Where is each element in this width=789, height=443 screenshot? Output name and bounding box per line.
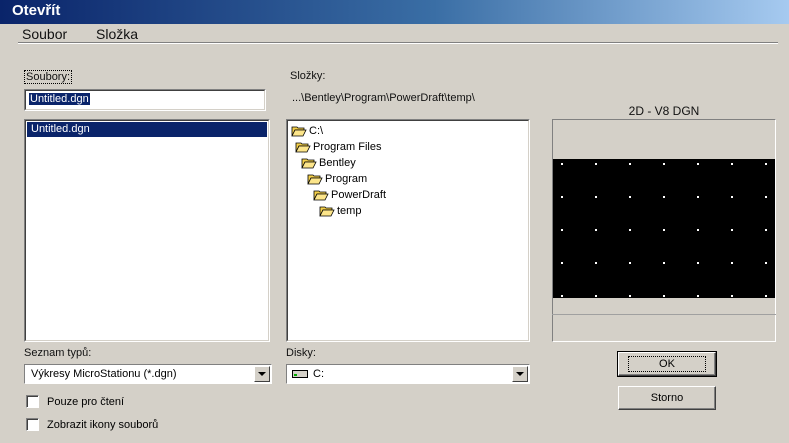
preview-grid <box>561 163 767 297</box>
checkbox-box[interactable] <box>26 395 39 408</box>
grid-dot <box>731 229 733 231</box>
filename-input[interactable]: Untitled.dgn <box>24 89 266 111</box>
grid-dot <box>629 229 631 231</box>
grid-dot <box>765 196 767 198</box>
tree-item-program[interactable]: Program <box>307 171 367 187</box>
grid-dot <box>595 229 597 231</box>
folders-label: Složky: <box>290 70 326 82</box>
files-label: Soubory: <box>24 70 73 84</box>
grid-dot <box>697 163 699 165</box>
current-path: ...\Bentley\Program\PowerDraft\temp\ <box>292 92 475 104</box>
file-list-item[interactable]: Untitled.dgn <box>27 122 267 137</box>
tree-label: PowerDraft <box>331 189 387 201</box>
grid-dot <box>697 295 699 297</box>
grid-dot <box>561 262 563 264</box>
grid-dot <box>663 295 665 297</box>
grid-dot <box>765 262 767 264</box>
grid-dot <box>561 163 563 165</box>
tree-label: temp <box>337 205 362 217</box>
open-folder-icon <box>295 142 311 153</box>
grid-dot <box>663 196 665 198</box>
preview-divider <box>552 314 776 315</box>
file-list[interactable]: Untitled.dgn <box>24 119 270 342</box>
grid-dot <box>765 229 767 231</box>
chevron-down-icon[interactable] <box>254 366 270 382</box>
grid-dot <box>663 262 665 264</box>
grid-dot <box>731 196 733 198</box>
title-bar[interactable]: Otevřít <box>0 0 789 24</box>
menu-divider <box>18 42 778 44</box>
grid-dot <box>561 196 563 198</box>
checkbox-box[interactable] <box>26 418 39 431</box>
window-title: Otevřít <box>12 2 61 19</box>
menu-bar: Soubor Složka <box>0 24 789 44</box>
grid-dot <box>595 295 597 297</box>
cancel-button[interactable]: Storno <box>618 386 716 410</box>
tree-item-powerdraft[interactable]: PowerDraft <box>313 187 386 203</box>
ok-button-label: OK <box>628 356 706 372</box>
read-only-label: Pouze pro čtení <box>47 395 125 408</box>
preview-caption: 2D - V8 DGN <box>628 104 700 118</box>
show-icons-label: Zobrazit ikony souborů <box>47 418 159 431</box>
tree-item-program-files[interactable]: Program Files <box>295 139 381 155</box>
show-icons-checkbox[interactable]: Zobrazit ikony souborů <box>26 418 158 431</box>
open-folder-icon <box>319 206 335 217</box>
grid-dot <box>595 262 597 264</box>
grid-dot <box>697 262 699 264</box>
drives-label: Disky: <box>286 347 316 359</box>
grid-dot <box>629 295 631 297</box>
grid-dot <box>629 163 631 165</box>
grid-dot <box>765 163 767 165</box>
grid-dot <box>629 196 631 198</box>
drive-icon <box>292 370 308 378</box>
tree-label: C:\ <box>309 125 324 137</box>
file-types-label: Seznam typů: <box>24 347 92 359</box>
grid-dot <box>731 295 733 297</box>
grid-dot <box>561 229 563 231</box>
drives-value: C: <box>313 368 324 380</box>
tree-label: Bentley <box>319 157 356 169</box>
file-types-select[interactable]: Výkresy MicroStationu (*.dgn) <box>24 364 272 384</box>
grid-dot <box>663 229 665 231</box>
grid-dot <box>697 196 699 198</box>
tree-label: Program Files <box>313 141 382 153</box>
grid-dot <box>595 163 597 165</box>
grid-dot <box>731 262 733 264</box>
open-folder-icon <box>307 174 323 185</box>
read-only-checkbox[interactable]: Pouze pro čtení <box>26 395 124 408</box>
menu-slozka[interactable]: Složka <box>96 26 138 42</box>
open-dialog: Otevřít Soubor Složka Soubory: Untitled.… <box>0 0 789 443</box>
grid-dot <box>765 295 767 297</box>
grid-dot <box>595 196 597 198</box>
ok-button[interactable]: OK <box>617 351 717 377</box>
grid-dot <box>731 163 733 165</box>
folder-tree[interactable]: C:\ Program Files Bentley Program PowerD… <box>286 119 530 342</box>
file-types-value: Výkresy MicroStationu (*.dgn) <box>31 368 177 380</box>
filename-value: Untitled.dgn <box>29 93 90 105</box>
open-folder-icon <box>313 190 329 201</box>
open-folder-icon <box>291 126 307 137</box>
tree-item-temp[interactable]: temp <box>319 203 361 219</box>
chevron-down-icon[interactable] <box>512 366 528 382</box>
grid-dot <box>629 262 631 264</box>
grid-dot <box>663 163 665 165</box>
cancel-button-label: Storno <box>650 392 684 404</box>
tree-label: Program <box>325 173 368 185</box>
preview-canvas <box>553 159 775 298</box>
drives-select[interactable]: C: <box>286 364 530 384</box>
grid-dot <box>561 295 563 297</box>
open-folder-icon <box>301 158 317 169</box>
grid-dot <box>697 229 699 231</box>
tree-item-c[interactable]: C:\ <box>291 123 323 139</box>
menu-soubor[interactable]: Soubor <box>22 26 67 42</box>
tree-item-bentley[interactable]: Bentley <box>301 155 356 171</box>
